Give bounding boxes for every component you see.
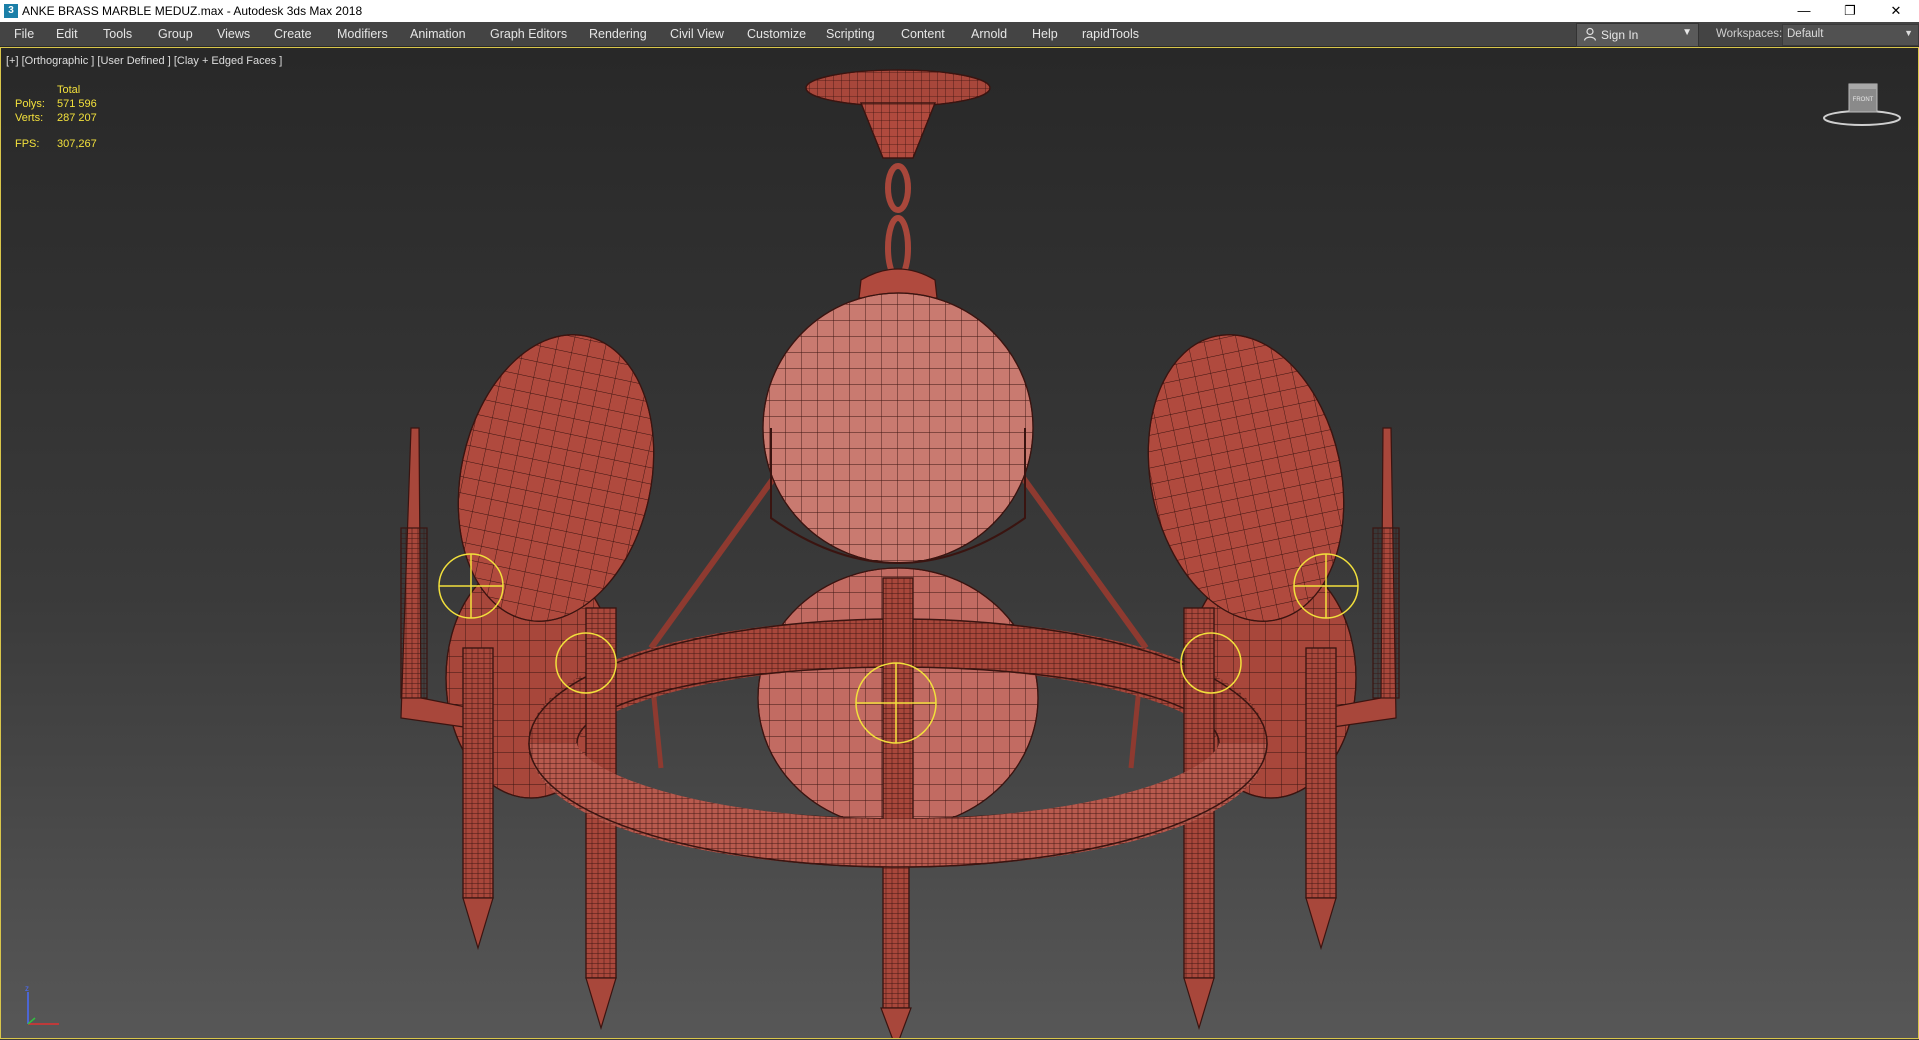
polys-value: 571 596 — [57, 98, 97, 110]
menu-graph-editors[interactable]: Graph Editors — [488, 22, 569, 46]
verts-label: Verts: — [15, 112, 44, 124]
stats-header: Total — [57, 84, 81, 96]
verts-value: 287 207 — [57, 112, 97, 124]
menu-animation[interactable]: Animation — [408, 22, 468, 46]
menu-civil-view[interactable]: Civil View — [668, 22, 726, 46]
minimize-button[interactable]: — — [1781, 0, 1827, 22]
close-button[interactable]: ✕ — [1873, 0, 1919, 22]
user-icon — [1583, 27, 1597, 41]
workspaces-value: Default — [1787, 28, 1824, 40]
viewport-label[interactable]: [+] [Orthographic ] [User Defined ] [Cla… — [6, 55, 282, 67]
viewcube-face-label: FRONT — [1853, 97, 1874, 103]
window-title: ANKE BRASS MARBLE MEDUZ.max - Autodesk 3… — [22, 4, 363, 18]
app-icon: 3 — [4, 4, 18, 18]
sign-in-label: Sign In — [1601, 28, 1639, 42]
menu-customize[interactable]: Customize — [745, 22, 808, 46]
menu-rapidtools[interactable]: rapidTools — [1080, 22, 1141, 46]
menu-rendering[interactable]: Rendering — [587, 22, 649, 46]
menu-modifiers[interactable]: Modifiers — [335, 22, 390, 46]
menu-tools[interactable]: Tools — [101, 22, 134, 46]
menu-create[interactable]: Create — [272, 22, 314, 46]
workspaces-label: Workspaces: — [1716, 28, 1783, 40]
menu-edit[interactable]: Edit — [54, 22, 80, 46]
axis-tripod-icon: z — [25, 984, 59, 1025]
svg-text:z: z — [25, 984, 29, 993]
sign-in-button[interactable]: Sign In ▼ — [1576, 23, 1699, 47]
chevron-down-icon: ▼ — [1682, 27, 1692, 38]
menu-file[interactable]: File — [12, 22, 36, 46]
fps-label: FPS: — [15, 138, 40, 150]
perspective-viewport[interactable]: [+] [Orthographic ] [User Defined ] [Cla… — [0, 47, 1919, 1039]
polys-label: Polys: — [15, 98, 45, 110]
title-bar: 3 ANKE BRASS MARBLE MEDUZ.max - Autodesk… — [0, 0, 1919, 22]
menu-views[interactable]: Views — [215, 22, 252, 46]
menu-arnold[interactable]: Arnold — [969, 22, 1009, 46]
chandelier-model[interactable] — [1, 48, 1918, 1038]
menu-help[interactable]: Help — [1030, 22, 1060, 46]
chevron-down-icon: ▼ — [1904, 28, 1913, 38]
viewcube[interactable]: FRONT — [1819, 80, 1905, 128]
fps-value: 307,267 — [57, 138, 97, 150]
menu-scripting[interactable]: Scripting — [824, 22, 877, 46]
chain-link — [885, 163, 911, 213]
menu-content[interactable]: Content — [899, 22, 947, 46]
workspaces-dropdown[interactable]: Default ▼ — [1782, 24, 1919, 46]
maximize-button[interactable]: ❐ — [1827, 0, 1873, 22]
menu-group[interactable]: Group — [156, 22, 195, 46]
